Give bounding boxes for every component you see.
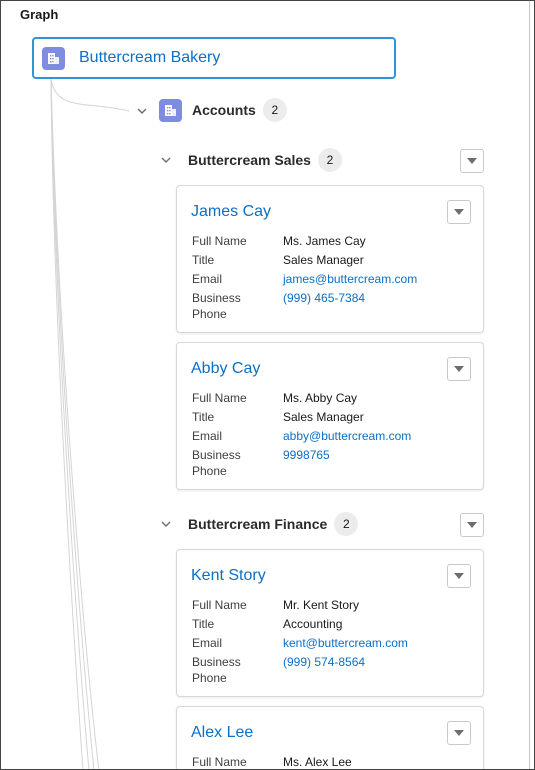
field-label: Title [192, 617, 215, 631]
accounts-label: Accounts [192, 102, 256, 118]
group-menu-button[interactable] [460, 149, 484, 173]
scrollbar-track[interactable] [529, 1, 530, 769]
field-label: Email [192, 429, 223, 443]
full-name-value: Mr. Kent Story [283, 598, 360, 612]
contact-name-link[interactable]: Alex Lee [191, 724, 253, 742]
field-label: Full Name [192, 755, 247, 769]
email-link[interactable]: james@buttercream.com [283, 271, 417, 287]
chevron-down-icon[interactable] [136, 105, 148, 117]
email-link[interactable]: abby@buttercream.com [283, 428, 411, 444]
field-label: Full Name [192, 598, 247, 612]
group-row-buttercream-sales[interactable]: Buttercream Sales 2 [188, 148, 342, 172]
group-menu-button[interactable] [460, 513, 484, 537]
title-value: Accounting [283, 617, 343, 631]
field-label: Phone [192, 464, 227, 478]
field-label: Email [192, 272, 223, 286]
building-icon [159, 98, 182, 122]
email-link[interactable]: kent@buttercream.com [283, 635, 408, 651]
phone-link[interactable]: 9998765 [283, 447, 330, 463]
field-label: Title [192, 410, 215, 424]
card-menu-button[interactable] [447, 564, 471, 588]
group-label: Buttercream Sales [188, 152, 311, 168]
full-name-value: Ms. Alex Lee [283, 755, 352, 769]
field-label: Full Name [192, 391, 247, 405]
field-label: Business [192, 448, 241, 462]
building-icon [42, 46, 65, 70]
root-node-buttercream-bakery[interactable]: Buttercream Bakery [32, 37, 396, 79]
field-label: Title [192, 253, 215, 267]
field-label: Full Name [192, 234, 247, 248]
contact-card: James Cay Full Name Ms. James Cay Title … [176, 185, 484, 333]
group-count-badge: 2 [334, 512, 359, 536]
contact-card: Kent Story Full Name Mr. Kent Story Titl… [176, 549, 484, 697]
accounts-row[interactable]: Accounts 2 [159, 98, 287, 122]
chevron-down-icon[interactable] [160, 518, 172, 530]
chevron-down-icon[interactable] [160, 154, 172, 166]
full-name-value: Ms. Abby Cay [283, 391, 358, 405]
contact-card: Abby Cay Full Name Ms. Abby Cay Title Sa… [176, 342, 484, 490]
contact-card: Alex Lee Full Name Ms. Alex Lee [176, 706, 484, 769]
field-label: Business [192, 655, 241, 669]
card-menu-button[interactable] [447, 357, 471, 381]
group-label: Buttercream Finance [188, 516, 328, 532]
contact-name-link[interactable]: Abby Cay [191, 360, 260, 378]
field-label: Business [192, 291, 241, 305]
contact-name-link[interactable]: Kent Story [191, 567, 266, 585]
group-count-badge: 2 [317, 148, 342, 172]
field-label: Phone [192, 671, 227, 685]
phone-link[interactable]: (999) 574-8564 [283, 654, 365, 670]
card-menu-button[interactable] [447, 200, 471, 224]
root-node-label: Buttercream Bakery [79, 49, 221, 66]
field-label: Email [192, 636, 223, 650]
group-row-buttercream-finance[interactable]: Buttercream Finance 2 [188, 512, 359, 536]
phone-link[interactable]: (999) 465-7384 [283, 290, 365, 306]
field-label: Phone [192, 307, 227, 321]
graph-panel: Graph Buttercream Bakery Accounts 2 Butt… [0, 0, 535, 770]
accounts-count-badge: 2 [262, 98, 287, 122]
title-value: Sales Manager [283, 253, 364, 267]
title-value: Sales Manager [283, 410, 364, 424]
contact-name-link[interactable]: James Cay [191, 203, 271, 221]
full-name-value: Ms. James Cay [283, 234, 366, 248]
card-menu-button[interactable] [447, 721, 471, 745]
